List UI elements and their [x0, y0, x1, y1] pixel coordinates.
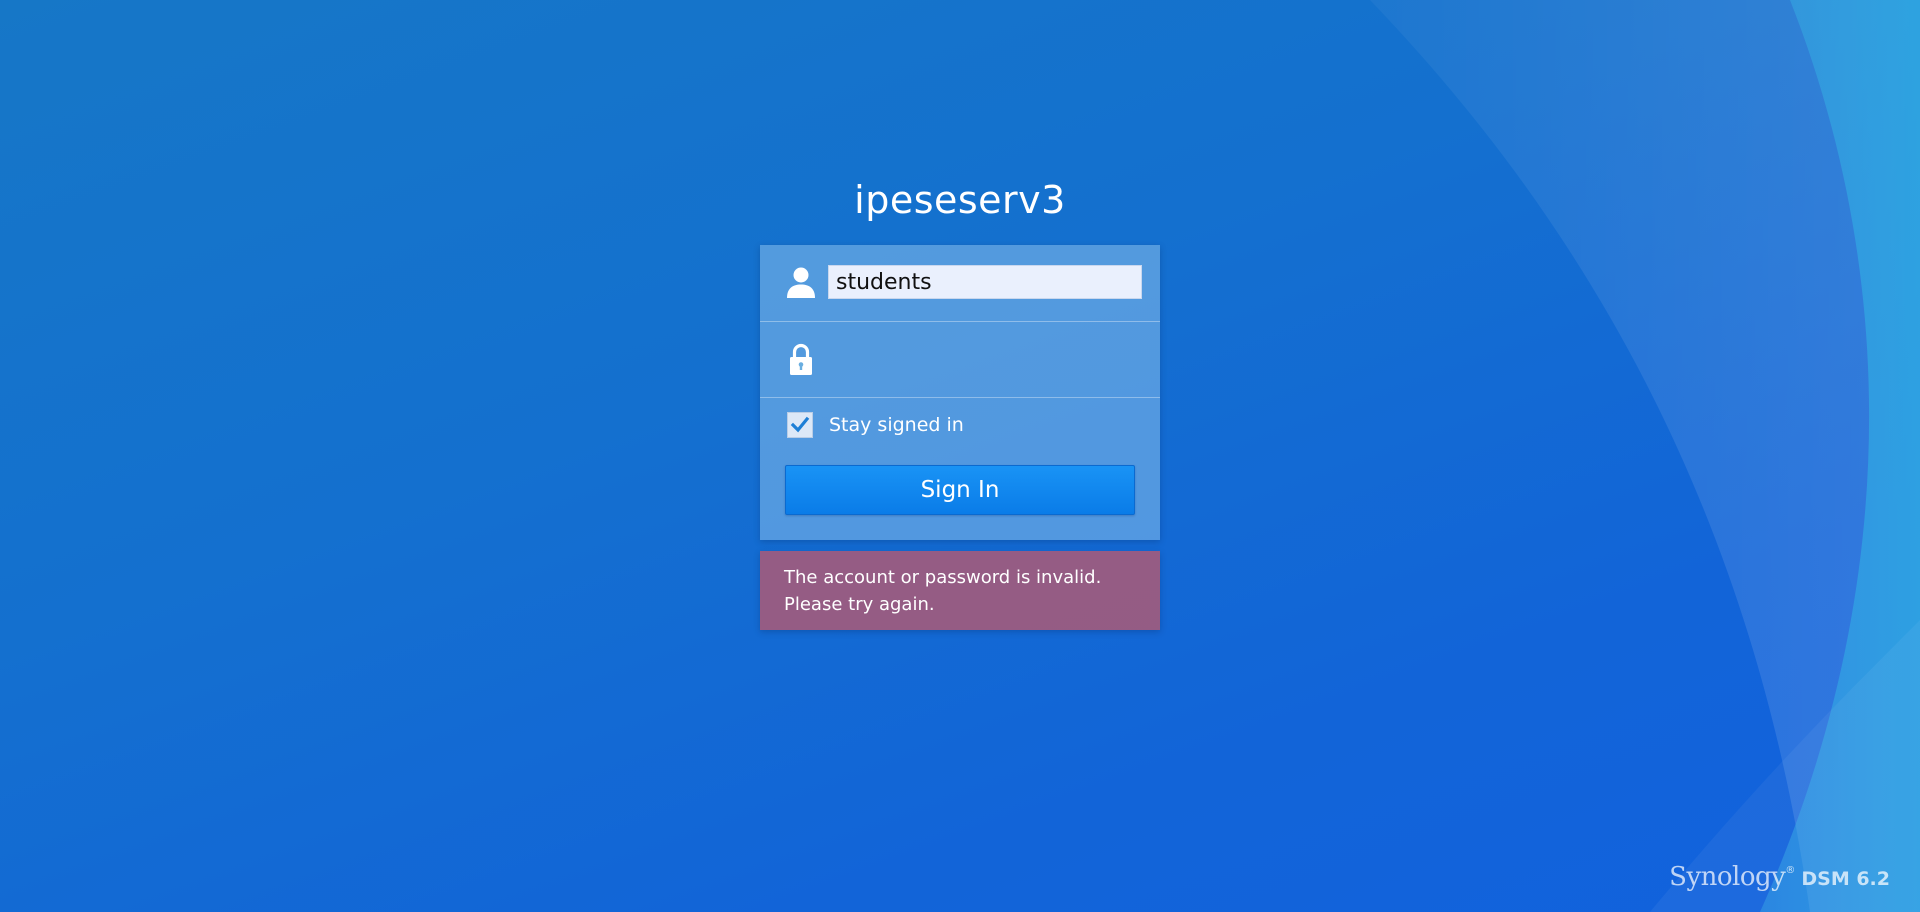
stay-signed-in-checkbox[interactable]	[787, 412, 813, 438]
username-input[interactable]	[828, 265, 1142, 299]
checkmark-icon	[790, 416, 810, 433]
error-line-2: Please try again.	[784, 594, 935, 615]
password-row	[760, 321, 1160, 398]
stay-signed-in-option[interactable]: Stay signed in	[787, 411, 964, 439]
brand-registered-mark: ®	[1785, 865, 1796, 876]
error-line-1: The account or password is invalid.	[784, 567, 1102, 588]
username-row	[760, 245, 1160, 322]
synology-dsm-logo: Synology ® DSM 6.2	[1669, 856, 1890, 892]
brand-name: Synology	[1669, 862, 1786, 892]
login-screen: ipeseserv3 students Stay signed in Sign …	[0, 0, 1920, 912]
lock-icon	[784, 341, 818, 377]
server-hostname: ipeseserv3	[854, 178, 1066, 222]
login-panel: Stay signed in Sign In	[760, 245, 1160, 540]
product-version: DSM 6.2	[1801, 868, 1890, 890]
password-input[interactable]	[828, 341, 1142, 375]
error-message: The account or password is invalid. Plea…	[760, 551, 1160, 630]
stay-signed-in-label[interactable]: Stay signed in	[829, 414, 964, 436]
sign-in-button[interactable]: Sign In	[785, 465, 1135, 515]
user-icon	[784, 265, 818, 301]
